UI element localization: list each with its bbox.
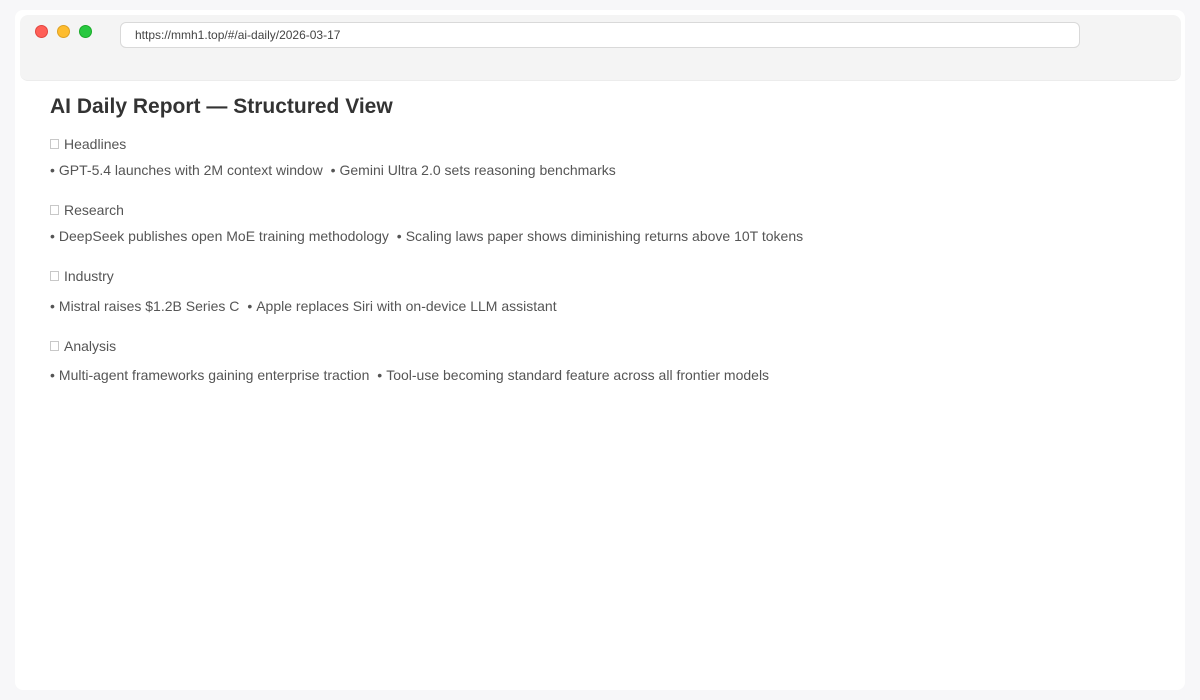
list-item: • DeepSeek publishes open MoE training me…: [50, 228, 389, 244]
browser-window: https://mmh1.top/#/ai-daily/2026-03-17 A…: [15, 10, 1185, 690]
page-content: AI Daily Report — Structured View Headli…: [50, 92, 1150, 383]
list-item: • GPT-5.4 launches with 2M context window: [50, 162, 323, 178]
list-item: • Apple replaces Siri with on-device LLM …: [247, 298, 557, 314]
section-heading-label: Analysis: [64, 338, 117, 354]
section-items: • Multi-agent frameworks gaining enterpri…: [50, 365, 1150, 385]
list-item: • Scaling laws paper shows diminishing re…: [396, 228, 804, 244]
section-heading-label: Industry: [64, 268, 114, 284]
section-analysis: Analysis • Multi-agent frameworks gaining…: [50, 336, 1150, 385]
maximize-window-button[interactable]: [79, 25, 92, 38]
list-item: • Gemini Ultra 2.0 sets reasoning benchma…: [330, 162, 616, 178]
square-icon: [50, 139, 59, 149]
list-item: • Tool-use becoming standard feature acro…: [377, 367, 770, 383]
list-item: • Mistral raises $1.2B Series C: [50, 298, 240, 314]
bullet-icon: •: [50, 228, 55, 244]
bullet-icon: •: [396, 228, 402, 244]
square-icon: [50, 341, 59, 351]
bullet-icon: •: [50, 162, 55, 178]
section-heading: Industry: [50, 266, 1150, 286]
section-heading: Research: [50, 200, 1150, 220]
section-headlines: Headlines • GPT-5.4 launches with 2M cont…: [50, 134, 1150, 180]
section-items: • GPT-5.4 launches with 2M context window…: [50, 160, 1150, 180]
address-bar[interactable]: https://mmh1.top/#/ai-daily/2026-03-17: [120, 22, 1080, 48]
section-heading: Analysis: [50, 336, 1150, 356]
square-icon: [50, 271, 59, 281]
browser-toolbar: https://mmh1.top/#/ai-daily/2026-03-17: [20, 15, 1181, 81]
close-window-button[interactable]: [35, 25, 48, 38]
section-items: • DeepSeek publishes open MoE training me…: [50, 226, 1150, 246]
page-title: AI Daily Report — Structured View: [50, 95, 393, 118]
bullet-icon: •: [50, 367, 55, 383]
section-heading-label: Headlines: [64, 136, 127, 152]
list-item: • Multi-agent frameworks gaining enterpri…: [50, 367, 370, 383]
square-icon: [50, 205, 59, 215]
section-research: Research • DeepSeek publishes open MoE tr…: [50, 200, 1150, 246]
bullet-icon: •: [377, 367, 383, 383]
section-items: • Mistral raises $1.2B Series C • Apple re…: [50, 296, 1150, 316]
bullet-icon: •: [50, 298, 55, 314]
bullet-icon: •: [247, 298, 253, 314]
section-heading-label: Research: [64, 202, 124, 218]
section-industry: Industry • Mistral raises $1.2B Series C …: [50, 266, 1150, 316]
bullet-icon: •: [330, 162, 336, 178]
minimize-window-button[interactable]: [57, 25, 70, 38]
section-heading: Headlines: [50, 134, 1150, 154]
